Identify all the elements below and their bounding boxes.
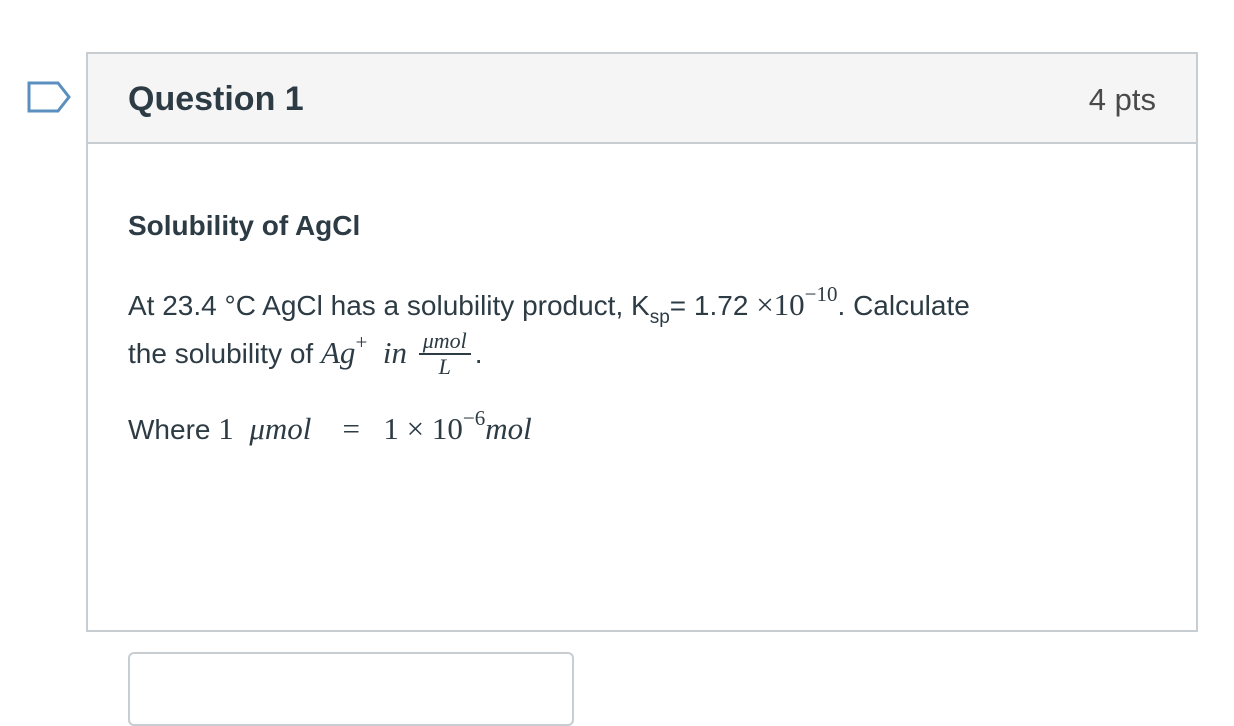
line1-equals: = 1.72 — [669, 290, 757, 321]
question-text-line-2: the solubility of Ag+ in μmol L. — [128, 328, 483, 381]
ten-base: 10 — [773, 287, 805, 322]
question-card: Question 1 4 pts Solubility of AgCl At 2… — [86, 52, 1198, 726]
times-symbol-b: × — [406, 411, 425, 446]
line1-suffix: . Calculate — [837, 290, 970, 321]
question-title: Question 1 — [128, 80, 304, 118]
question-points: 4 pts — [1088, 82, 1156, 117]
ag-charge: + — [355, 330, 368, 354]
in-word: in — [382, 335, 407, 370]
mol-unit: mol — [485, 411, 532, 446]
ten-base-b: 10 — [431, 411, 463, 446]
exponent-b: −6 — [462, 406, 486, 430]
one-value-b: 1 — [383, 411, 399, 446]
question-text-line-1: At 23.4 °C AgCl has a solubility product… — [128, 282, 970, 329]
fraction-denominator: L — [438, 353, 451, 379]
umol-unit: μmol — [249, 411, 312, 446]
line2-suffix: . — [474, 338, 483, 369]
fraction-numerator: μmol — [418, 328, 471, 355]
line2-prefix: the solubility of — [128, 338, 321, 369]
equals-sign: = — [342, 411, 360, 446]
one-value: 1 — [218, 411, 234, 446]
line3-prefix: Where — [128, 414, 219, 445]
question-header: Question 1 4 pts — [88, 54, 1196, 144]
question-text-line-3: Where 1 μmol = 1 × 10−6mol — [128, 406, 532, 447]
ag-symbol: Ag — [321, 335, 356, 370]
ksp-exponent: −10 — [804, 282, 838, 306]
line1-prefix: At 23.4 °C AgCl has a solubility product… — [128, 290, 650, 321]
flag-question-icon[interactable] — [26, 80, 72, 114]
answer-input[interactable] — [128, 652, 574, 726]
unit-fraction: μmol L — [418, 328, 471, 379]
times-symbol: × — [756, 287, 774, 322]
ksp-subscript: sp — [649, 307, 670, 328]
question-heading: Solubility of AgCl — [128, 210, 361, 241]
